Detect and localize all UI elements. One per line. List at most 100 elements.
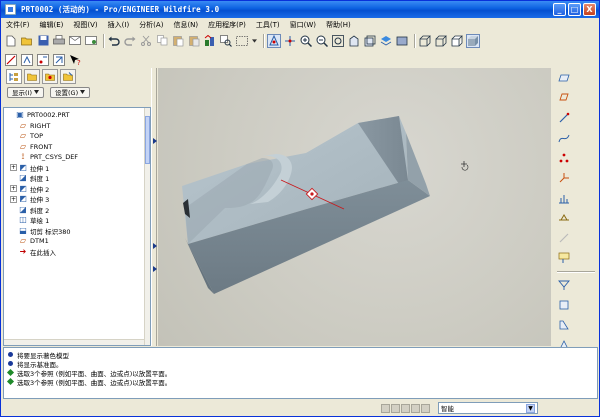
tree-item[interactable]: ➔ 在此插入 [4, 247, 150, 258]
tree-item[interactable]: ⟟ PRT_CSYS_DEF [4, 152, 150, 163]
csys-tool-icon[interactable] [557, 171, 571, 185]
regenerate-icon[interactable] [203, 34, 217, 48]
tree-vertical-scrollbar[interactable] [144, 108, 150, 345]
wireframe-icon[interactable] [418, 34, 432, 48]
expand-icon[interactable]: + [10, 195, 17, 203]
variable-section-icon[interactable] [557, 318, 571, 332]
paste-special-icon[interactable] [187, 34, 201, 48]
collapse-arrow-icon[interactable] [153, 243, 157, 249]
expand-icon[interactable]: + [10, 185, 17, 193]
saved-views-icon[interactable] [363, 34, 377, 48]
tree-item[interactable]: ▣ PRT0002.PRT [4, 110, 150, 121]
tree-item[interactable]: + ◩ 拉伸 1 [4, 163, 150, 174]
menu-insert[interactable]: 插入(I) [103, 20, 135, 30]
tree-item[interactable]: ▱ TOP [4, 131, 150, 142]
connections-tab-icon[interactable] [60, 69, 76, 84]
chevron-down-icon[interactable] [251, 34, 258, 48]
datum-axis-tool-icon[interactable] [557, 91, 571, 105]
tree-item[interactable]: ⬓ 切剪 标识380 [4, 226, 150, 237]
datum-curve-tool-icon[interactable] [557, 111, 571, 125]
layers-icon[interactable] [379, 34, 393, 48]
hidden-line-icon[interactable] [434, 34, 448, 48]
tree-item[interactable]: ◫ 草绘 1 [4, 215, 150, 226]
sketch-curve-tool-icon[interactable] [557, 131, 571, 145]
view-manager-icon[interactable] [395, 34, 409, 48]
revolve-tool-icon[interactable] [557, 298, 571, 312]
open-folder-icon[interactable] [20, 34, 34, 48]
tree-item-label: PRT_CSYS_DEF [30, 153, 79, 162]
status-cell [421, 403, 430, 413]
chevron-down-icon[interactable]: ▼ [526, 403, 535, 413]
shading-icon[interactable] [466, 33, 480, 48]
show-dropdown[interactable]: 显示(I) [7, 86, 44, 98]
paste-icon[interactable] [171, 34, 185, 48]
tree-item[interactable]: ◪ 斜度 2 [4, 205, 150, 216]
tree-horizontal-scrollbar[interactable] [4, 339, 144, 345]
collapse-arrow-icon[interactable] [153, 266, 157, 272]
extrude-icon: ◩ [19, 194, 27, 204]
tree-item[interactable]: ◪ 斜度 1 [4, 173, 150, 184]
datum-plane-icon: ▱ [19, 236, 27, 246]
title-bar[interactable]: PRT0002 (活动的) - Pro/ENGINEER Wildfire 3.… [1, 1, 599, 18]
datum-plane-tool-icon[interactable] [557, 71, 571, 85]
sketch-feature-icon[interactable] [557, 251, 571, 265]
help-context-icon[interactable]: ? [68, 53, 82, 67]
datum-display-icon[interactable] [267, 33, 281, 48]
settings-dropdown[interactable]: 设置(G) [50, 86, 91, 98]
no-hidden-icon[interactable] [450, 34, 464, 48]
email-icon[interactable] [68, 34, 82, 48]
cut-icon[interactable] [139, 34, 153, 48]
menu-applications[interactable]: 应用程序(P) [203, 20, 251, 30]
folder-browser-tab-icon[interactable] [24, 69, 40, 84]
menu-file[interactable]: 文件(F) [1, 20, 35, 30]
tree-item[interactable]: ▱ DTM1 [4, 236, 150, 247]
graphics-window[interactable] [158, 68, 551, 346]
select-box-icon[interactable] [235, 34, 249, 48]
datum-axis-display-icon[interactable] [283, 34, 297, 48]
redo-icon[interactable] [123, 34, 137, 48]
favorites-tab-icon[interactable] [42, 69, 58, 84]
shaded-part-model[interactable] [158, 68, 551, 346]
refit-icon[interactable] [331, 34, 345, 48]
application-window: PRT0002 (活动的) - Pro/ENGINEER Wildfire 3.… [0, 0, 600, 417]
sketch-tool-icon[interactable] [4, 53, 18, 67]
analysis-tool-icon[interactable] [557, 191, 571, 205]
undo-icon[interactable] [107, 34, 121, 48]
tree-item[interactable]: + ◩ 拉伸 3 [4, 194, 150, 205]
datum-point-tool-icon[interactable] [557, 151, 571, 165]
selection-filter-dropdown[interactable]: 智能 ▼ [438, 402, 538, 414]
email-link-icon[interactable] [84, 34, 98, 48]
sketch-plane-icon[interactable] [20, 53, 34, 67]
new-file-icon[interactable] [4, 34, 18, 48]
menu-info[interactable]: 信息(N) [168, 20, 203, 30]
expand-icon[interactable]: + [10, 164, 17, 172]
find-icon[interactable] [219, 34, 233, 48]
menu-help[interactable]: 帮助(H) [321, 20, 356, 30]
tree-item[interactable]: ▱ RIGHT [4, 121, 150, 132]
collapse-arrow-icon[interactable] [153, 138, 157, 144]
menu-edit[interactable]: 编辑(E) [35, 20, 69, 30]
placement-tool-icon[interactable] [557, 211, 571, 225]
sketch-constraints-icon[interactable] [36, 53, 50, 67]
print-icon[interactable] [52, 34, 66, 48]
minimize-button[interactable]: _ [553, 3, 566, 16]
menu-tools[interactable]: 工具(T) [251, 20, 285, 30]
zoom-in-icon[interactable] [299, 34, 313, 48]
reorient-icon[interactable] [347, 34, 361, 48]
menu-view[interactable]: 视图(V) [68, 20, 102, 30]
menu-analysis[interactable]: 分析(A) [134, 20, 168, 30]
disabled-tool-icon[interactable] [557, 231, 571, 245]
extrude-tool-icon[interactable] [557, 278, 571, 292]
save-icon[interactable] [36, 34, 50, 48]
model-tree-tab-icon[interactable] [6, 69, 22, 84]
copy-icon[interactable] [155, 34, 169, 48]
tree-item[interactable]: ▱ FRONT [4, 142, 150, 153]
tree-item[interactable]: + ◩ 拉伸 2 [4, 184, 150, 195]
menu-window[interactable]: 窗口(W) [285, 20, 321, 30]
chevron-down-icon [34, 90, 39, 94]
zoom-out-icon[interactable] [315, 34, 329, 48]
close-button[interactable]: X [583, 3, 596, 16]
maximize-button[interactable]: □ [568, 3, 581, 16]
panel-splitter[interactable] [151, 68, 157, 346]
model-tool-icon[interactable] [52, 53, 66, 67]
